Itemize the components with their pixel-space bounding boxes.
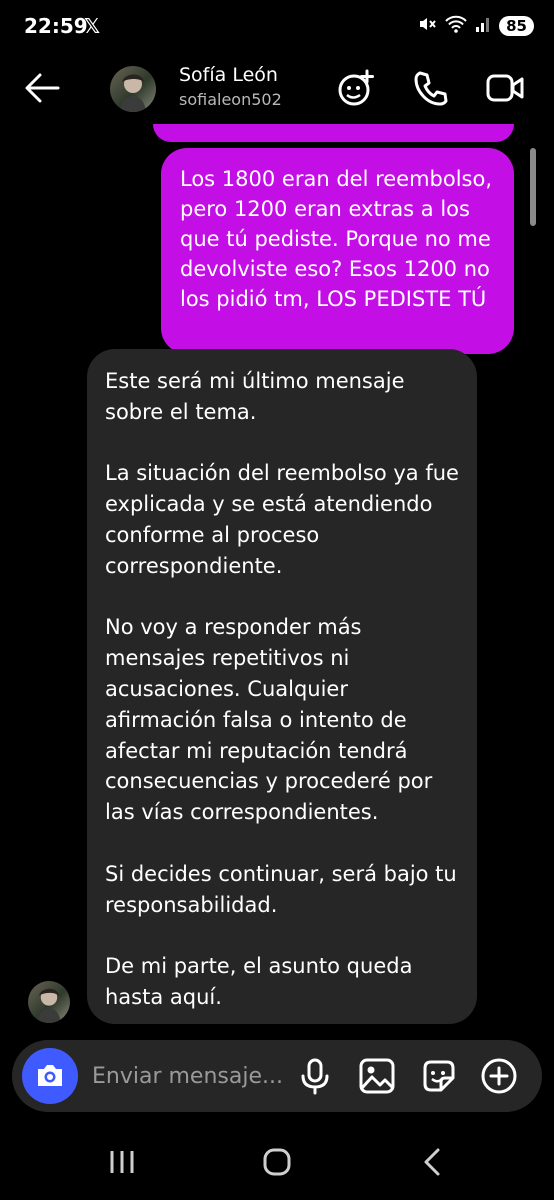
home-icon bbox=[263, 1148, 291, 1176]
message-input[interactable] bbox=[92, 1060, 292, 1092]
microphone-icon bbox=[301, 1058, 329, 1095]
gallery-icon bbox=[359, 1058, 395, 1094]
message-paragraph: Si decides continuar, será bajo tu respo… bbox=[105, 861, 457, 917]
recents-icon bbox=[110, 1151, 134, 1173]
scrollbar-thumb[interactable] bbox=[530, 148, 536, 226]
nav-back-button[interactable] bbox=[402, 1140, 462, 1184]
incoming-message[interactable]: Este será mi último mensaje sobre el tem… bbox=[87, 349, 477, 1024]
mute-icon bbox=[417, 14, 437, 38]
battery-icon: 85 bbox=[499, 16, 534, 36]
recents-button[interactable] bbox=[92, 1140, 152, 1184]
phone-call-button[interactable] bbox=[411, 68, 451, 108]
message-composer bbox=[12, 1040, 542, 1112]
message-paragraph: La situación del reembolso ya fue explic… bbox=[105, 461, 459, 578]
sender-avatar[interactable] bbox=[28, 981, 70, 1023]
phone-call-icon bbox=[414, 71, 448, 106]
signal-icon bbox=[475, 14, 491, 38]
system-nav-bar bbox=[0, 1126, 554, 1200]
back-arrow-icon bbox=[25, 73, 60, 103]
more-options-button[interactable] bbox=[479, 1056, 519, 1096]
contact-name[interactable]: Sofía León bbox=[179, 64, 278, 86]
x-app-icon: 𝕏 bbox=[84, 14, 101, 38]
message-paragraph: Este será mi último mensaje sobre el tem… bbox=[105, 369, 405, 424]
microphone-button[interactable] bbox=[295, 1056, 335, 1096]
sticker-button[interactable] bbox=[419, 1056, 459, 1096]
message-paragraph: De mi parte, el asunto queda hasta aquí. bbox=[105, 954, 413, 1009]
status-time: 22:59 bbox=[24, 14, 88, 38]
video-call-button[interactable] bbox=[485, 68, 525, 108]
gallery-button[interactable] bbox=[357, 1056, 397, 1096]
add-to-group-button[interactable] bbox=[336, 68, 376, 108]
outgoing-message[interactable]: Los 1800 eran del reembolso, pero 1200 e… bbox=[161, 148, 514, 354]
back-icon bbox=[424, 1148, 440, 1176]
camera-icon bbox=[38, 1065, 62, 1086]
contact-avatar[interactable] bbox=[110, 66, 156, 112]
wifi-icon bbox=[445, 14, 467, 38]
status-icons: 85 bbox=[417, 14, 534, 38]
back-button[interactable] bbox=[22, 68, 64, 108]
sticker-icon bbox=[423, 1060, 455, 1092]
chat-header: Sofía León sofialeon502 bbox=[0, 52, 554, 124]
video-call-icon bbox=[486, 74, 524, 102]
plus-icon bbox=[481, 1058, 517, 1094]
previous-outgoing-message[interactable] bbox=[153, 124, 514, 142]
status-bar: 22:59 𝕏 85 bbox=[0, 0, 554, 52]
message-paragraph: No voy a responder más mensajes repetiti… bbox=[105, 615, 433, 825]
contact-handle[interactable]: sofialeon502 bbox=[179, 90, 282, 109]
add-to-group-icon bbox=[338, 69, 374, 106]
camera-button[interactable] bbox=[22, 1048, 78, 1104]
home-button[interactable] bbox=[247, 1140, 307, 1184]
chat-thread[interactable]: Los 1800 eran del reembolso, pero 1200 e… bbox=[0, 124, 554, 1030]
